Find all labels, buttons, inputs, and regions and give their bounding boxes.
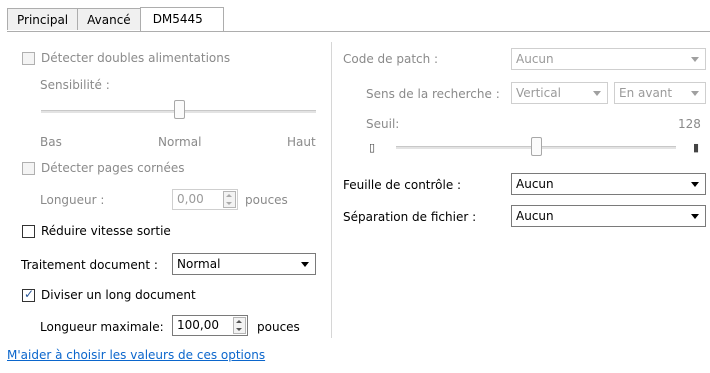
tab-principal[interactable]: Principal: [7, 8, 79, 30]
detect-double-checkbox[interactable]: [22, 52, 35, 65]
patch-code-value: Aucun: [516, 52, 554, 66]
sensitivity-normal-label: Normal: [158, 135, 202, 149]
chevron-down-icon: [691, 214, 699, 219]
spin-down-icon[interactable]: [226, 202, 232, 205]
file-separation-label: Séparation de fichier :: [343, 210, 477, 224]
doc-treatment-select[interactable]: Normal: [172, 253, 316, 275]
split-long-checkbox[interactable]: ✓: [22, 287, 35, 302]
search-direction-value: Vertical: [516, 86, 561, 100]
tab-avance[interactable]: Avancé: [77, 8, 141, 30]
tab-divider: [7, 31, 710, 32]
length-value: 0,00: [177, 192, 204, 206]
threshold-value: 128: [678, 117, 701, 131]
spin-up-icon[interactable]: [226, 194, 232, 197]
split-long-label: Diviser un long document: [41, 288, 196, 302]
search-direction-select[interactable]: Vertical: [511, 82, 608, 104]
file-separation-value: Aucun: [516, 209, 554, 223]
length-label: Longueur :: [40, 193, 105, 207]
detect-folded-checkbox[interactable]: [22, 162, 35, 175]
doc-treatment-value: Normal: [177, 257, 221, 271]
chevron-down-icon: [593, 91, 601, 96]
reduce-speed-label: Réduire vitesse sortie: [41, 224, 171, 238]
control-sheet-label: Feuille de contrôle :: [343, 178, 462, 192]
detect-folded-label: Détecter pages cornées: [41, 161, 185, 175]
column-separator: [331, 42, 332, 338]
search-order-value: En avant: [619, 86, 673, 100]
tab-dm5445[interactable]: DM5445: [139, 7, 224, 31]
chevron-down-icon: [691, 91, 699, 96]
sensitivity-low-label: Bas: [40, 135, 62, 149]
patch-code-label: Code de patch :: [343, 52, 439, 66]
max-length-unit: pouces: [257, 320, 300, 334]
doc-treatment-label: Traitement document :: [21, 258, 158, 272]
length-spin-buttons[interactable]: [223, 191, 236, 208]
tab-strip: Principal Avancé DM5445: [7, 7, 224, 31]
max-length-spinner[interactable]: 100,00: [172, 315, 248, 336]
spin-up-icon[interactable]: [236, 320, 242, 323]
threshold-increase-icon[interactable]: ▮: [689, 141, 703, 155]
file-separation-select[interactable]: Aucun: [511, 205, 706, 227]
threshold-label: Seuil:: [366, 117, 400, 131]
chevron-down-icon: [691, 57, 699, 62]
chevron-down-icon: [301, 262, 309, 267]
max-length-spin-buttons[interactable]: [233, 317, 246, 334]
chevron-down-icon: [691, 182, 699, 187]
length-spinner[interactable]: 0,00: [172, 189, 238, 210]
threshold-slider-thumb[interactable]: [531, 137, 542, 156]
search-direction-label: Sens de la recherche :: [366, 87, 500, 101]
sensitivity-label: Sensibilité :: [40, 78, 110, 92]
threshold-decrease-icon[interactable]: ▯: [365, 141, 379, 155]
patch-code-select[interactable]: Aucun: [511, 48, 706, 70]
sensitivity-high-label: Haut: [287, 135, 316, 149]
detect-double-label: Détecter doubles alimentations: [41, 51, 231, 65]
control-sheet-value: Aucun: [516, 177, 554, 191]
max-length-label: Longueur maximale:: [40, 320, 164, 334]
control-sheet-select[interactable]: Aucun: [511, 173, 706, 195]
max-length-value: 100,00: [177, 318, 219, 332]
length-unit: pouces: [245, 193, 288, 207]
search-order-select[interactable]: En avant: [614, 82, 706, 104]
spin-down-icon[interactable]: [236, 328, 242, 331]
help-link[interactable]: M'aider à choisir les valeurs de ces opt…: [7, 348, 265, 362]
sensitivity-slider-thumb[interactable]: [173, 100, 185, 119]
reduce-speed-checkbox[interactable]: [22, 225, 35, 238]
checkmark-icon: ✓: [24, 287, 35, 301]
